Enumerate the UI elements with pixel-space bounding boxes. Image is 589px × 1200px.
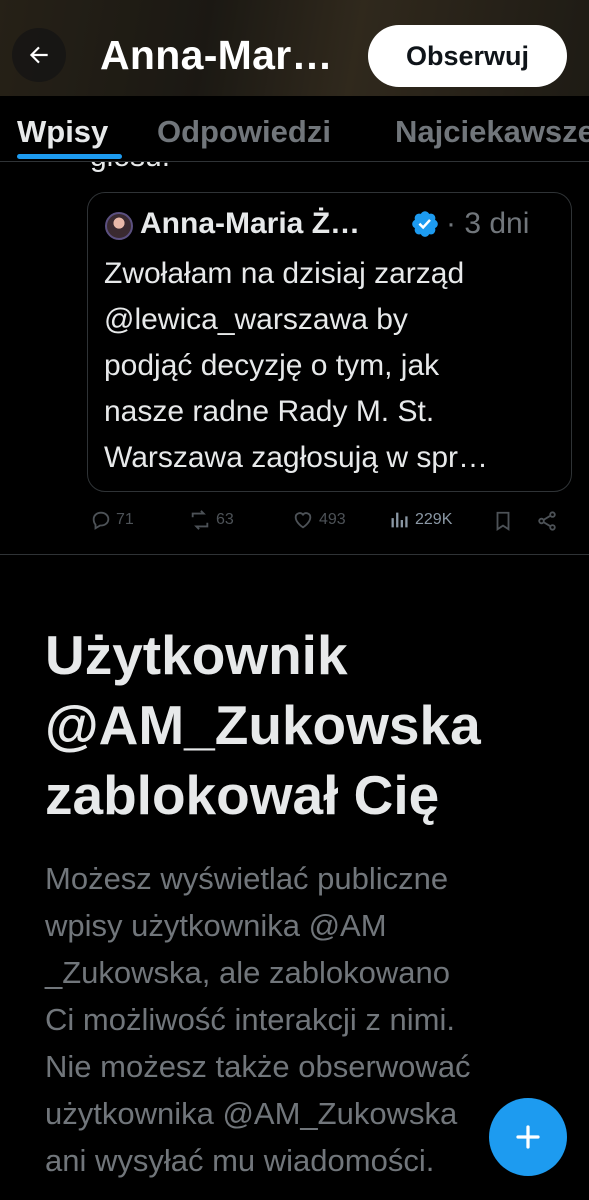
share-button[interactable] xyxy=(536,509,562,533)
blocked-desc-line: wpisy użytkownika @AM xyxy=(45,908,387,943)
views-icon xyxy=(391,512,408,528)
divider xyxy=(0,554,589,555)
reply-count: 71 xyxy=(116,511,134,528)
blocked-desc-line: Możesz wyświetlać publiczne xyxy=(45,861,449,896)
back-arrow-icon xyxy=(29,46,48,64)
bookmark-icon xyxy=(496,511,510,531)
blocked-desc-line: ani wysyłać mu wiadomości. xyxy=(45,1143,435,1178)
quote-line: @lewica_warszawa by xyxy=(104,303,408,336)
blocked-desc-line: Ci możliwość interakcji z nimi. xyxy=(45,1002,455,1037)
like-icon xyxy=(294,512,312,529)
blocked-description: Możesz wyświetlać publiczne wpisy użytko… xyxy=(45,855,565,1184)
repost-count: 63 xyxy=(216,511,234,528)
like-count: 493 xyxy=(319,511,346,528)
verified-badge-icon xyxy=(412,211,438,237)
tab-posts[interactable]: Wpisy xyxy=(17,114,108,150)
reply-icon xyxy=(92,511,110,530)
blocked-title-line: zablokował Cię xyxy=(45,764,440,826)
blocked-desc-line: _Zukowska, ale zablokowano xyxy=(45,955,450,990)
avatar xyxy=(105,212,133,240)
quoted-post[interactable]: Anna-Maria Ż… · 3 dni Zwołałam na dzisia… xyxy=(87,192,572,492)
repost-icon xyxy=(191,510,209,530)
like-button[interactable]: 493 xyxy=(291,509,346,531)
tab-replies[interactable]: Odpowiedzi xyxy=(157,114,331,150)
reply-button[interactable]: 71 xyxy=(90,509,134,531)
active-tab-indicator xyxy=(17,154,122,159)
compose-button[interactable] xyxy=(489,1098,567,1176)
blocked-desc-line: Nie możesz także obserwować xyxy=(45,1049,471,1084)
quote-line: Zwołałam na dzisiaj zarząd xyxy=(104,257,465,290)
blocked-title-line: Użytkownik xyxy=(45,624,348,686)
profile-tabs: Wpisy Odpowiedzi Najciekawsze xyxy=(0,96,589,162)
quote-line: Warszawa zagłosują w spr… xyxy=(104,441,489,474)
quote-author-name: Anna-Maria Ż… xyxy=(140,207,361,240)
quote-timestamp: · 3 dni xyxy=(446,207,530,240)
post-action-bar: 71 63 493 229K xyxy=(0,505,589,539)
back-button[interactable] xyxy=(12,28,66,82)
profile-header: Anna-Mar… Obserwuj xyxy=(0,0,589,96)
repost-button[interactable]: 63 xyxy=(188,509,234,531)
blocked-title-line: @AM_Zukowska xyxy=(45,694,481,756)
views-button[interactable]: 229K xyxy=(389,509,452,531)
plus-icon xyxy=(516,1125,540,1149)
tab-highlights[interactable]: Najciekawsze xyxy=(395,114,589,150)
blocked-desc-line: użytkownika @AM_Zukowska xyxy=(45,1096,458,1131)
quote-line: nasze radne Rady M. St. xyxy=(104,395,435,428)
blocked-title: Użytkownik @AM_Zukowska zablokował Cię xyxy=(45,620,565,830)
bookmark-button[interactable] xyxy=(492,509,518,533)
share-icon xyxy=(538,511,556,531)
header-title: Anna-Mar… xyxy=(100,32,333,78)
quote-line: podjąć decyzję o tym, jak xyxy=(104,349,440,382)
follow-button[interactable]: Obserwuj xyxy=(368,25,567,87)
quote-body: Zwołałam na dzisiaj zarząd @lewica_warsz… xyxy=(104,251,559,481)
views-count: 229K xyxy=(415,511,453,528)
